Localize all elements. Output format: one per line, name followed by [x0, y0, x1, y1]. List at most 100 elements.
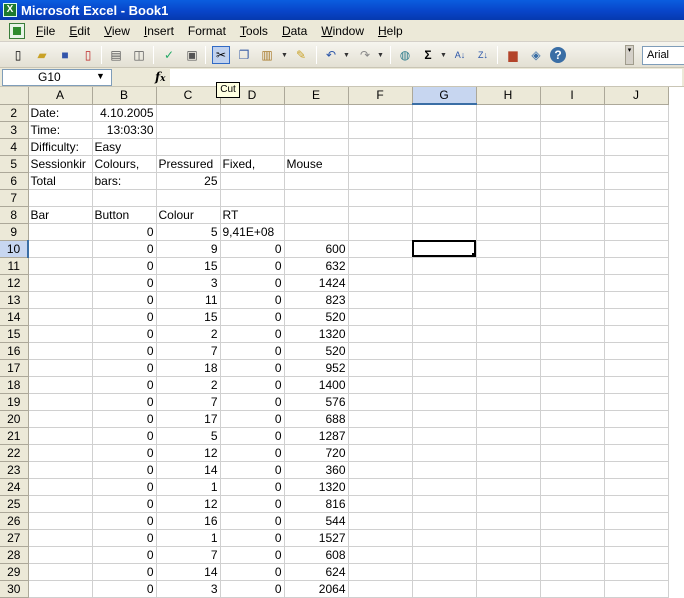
cell-f23[interactable]	[348, 461, 413, 479]
cell-a13[interactable]	[28, 291, 93, 309]
row-header-2[interactable]: 2	[0, 104, 29, 122]
row-header-6[interactable]: 6	[0, 172, 29, 190]
cell-h6[interactable]	[476, 172, 541, 190]
cell-i27[interactable]	[540, 529, 605, 547]
cell-b6[interactable]: bars:	[92, 172, 157, 190]
cell-f9[interactable]	[348, 223, 413, 241]
cell-a29[interactable]	[28, 563, 93, 581]
cell-h8[interactable]	[476, 206, 541, 224]
row-header-24[interactable]: 24	[0, 478, 29, 496]
row-header-8[interactable]: 8	[0, 206, 29, 224]
cell-h25[interactable]	[476, 495, 541, 513]
menu-data[interactable]: Data	[275, 24, 314, 38]
menu-window[interactable]: Window	[314, 24, 371, 38]
cell-d12[interactable]: 0	[220, 274, 285, 292]
hyperlink-icon[interactable]: ◍	[396, 46, 414, 64]
cell-i17[interactable]	[540, 359, 605, 377]
cell-i30[interactable]	[540, 580, 605, 598]
cell-d21[interactable]: 0	[220, 427, 285, 445]
cell-c21[interactable]: 5	[156, 427, 221, 445]
cell-g12[interactable]	[412, 274, 477, 292]
cell-g23[interactable]	[412, 461, 477, 479]
cell-h14[interactable]	[476, 308, 541, 326]
cell-g24[interactable]	[412, 478, 477, 496]
cell-h13[interactable]	[476, 291, 541, 309]
cell-d24[interactable]: 0	[220, 478, 285, 496]
cell-i19[interactable]	[540, 393, 605, 411]
help-icon[interactable]: ?	[550, 47, 566, 63]
row-header-3[interactable]: 3	[0, 121, 29, 139]
cell-j5[interactable]	[604, 155, 669, 173]
cell-b13[interactable]: 0	[92, 291, 157, 309]
sort-descending-icon[interactable]: Z↓	[474, 46, 492, 64]
cell-a11[interactable]	[28, 257, 93, 275]
cell-f5[interactable]	[348, 155, 413, 173]
cell-f7[interactable]	[348, 189, 413, 207]
cell-a26[interactable]	[28, 512, 93, 530]
cell-d13[interactable]: 0	[220, 291, 285, 309]
cell-h16[interactable]	[476, 342, 541, 360]
cell-f21[interactable]	[348, 427, 413, 445]
cell-h26[interactable]	[476, 512, 541, 530]
cell-d22[interactable]: 0	[220, 444, 285, 462]
cell-j11[interactable]	[604, 257, 669, 275]
cell-e9[interactable]	[284, 223, 349, 241]
cell-d10[interactable]: 0	[220, 240, 285, 258]
cell-a25[interactable]	[28, 495, 93, 513]
column-header-h[interactable]: H	[476, 87, 541, 105]
cell-b10[interactable]: 0	[92, 240, 157, 258]
cell-i12[interactable]	[540, 274, 605, 292]
cell-f18[interactable]	[348, 376, 413, 394]
cell-b17[interactable]: 0	[92, 359, 157, 377]
cell-g29[interactable]	[412, 563, 477, 581]
cell-j3[interactable]	[604, 121, 669, 139]
cell-g3[interactable]	[412, 121, 477, 139]
cell-a2[interactable]: Date:	[28, 104, 93, 122]
cell-e28[interactable]: 608	[284, 546, 349, 564]
cell-d3[interactable]	[220, 121, 285, 139]
row-header-17[interactable]: 17	[0, 359, 29, 377]
cell-e8[interactable]	[284, 206, 349, 224]
cell-i16[interactable]	[540, 342, 605, 360]
cell-b25[interactable]: 0	[92, 495, 157, 513]
cell-b30[interactable]: 0	[92, 580, 157, 598]
cell-c3[interactable]	[156, 121, 221, 139]
cell-b24[interactable]: 0	[92, 478, 157, 496]
cell-g13[interactable]	[412, 291, 477, 309]
autosum-icon[interactable]: Σ	[419, 46, 437, 64]
cell-h15[interactable]	[476, 325, 541, 343]
cell-a22[interactable]	[28, 444, 93, 462]
cell-f6[interactable]	[348, 172, 413, 190]
cell-i14[interactable]	[540, 308, 605, 326]
menu-view[interactable]: View	[97, 24, 137, 38]
column-header-j[interactable]: J	[604, 87, 669, 105]
cell-g7[interactable]	[412, 189, 477, 207]
cell-a6[interactable]: Total	[28, 172, 93, 190]
cell-c18[interactable]: 2	[156, 376, 221, 394]
cell-d19[interactable]: 0	[220, 393, 285, 411]
cell-j10[interactable]	[604, 240, 669, 258]
cell-h9[interactable]	[476, 223, 541, 241]
cell-j9[interactable]	[604, 223, 669, 241]
cell-h4[interactable]	[476, 138, 541, 156]
row-header-7[interactable]: 7	[0, 189, 29, 207]
row-header-29[interactable]: 29	[0, 563, 29, 581]
cell-f29[interactable]	[348, 563, 413, 581]
cell-c22[interactable]: 12	[156, 444, 221, 462]
cell-a10[interactable]	[28, 240, 93, 258]
cell-a20[interactable]	[28, 410, 93, 428]
cell-j24[interactable]	[604, 478, 669, 496]
cell-f3[interactable]	[348, 121, 413, 139]
cell-e4[interactable]	[284, 138, 349, 156]
row-header-18[interactable]: 18	[0, 376, 29, 394]
cell-e24[interactable]: 1320	[284, 478, 349, 496]
cell-c6[interactable]: 25	[156, 172, 221, 190]
cell-e20[interactable]: 688	[284, 410, 349, 428]
cell-e2[interactable]	[284, 104, 349, 122]
cell-c13[interactable]: 11	[156, 291, 221, 309]
row-header-26[interactable]: 26	[0, 512, 29, 530]
cell-h22[interactable]	[476, 444, 541, 462]
cell-a4[interactable]: Difficulty:	[28, 138, 93, 156]
cell-f17[interactable]	[348, 359, 413, 377]
cell-g27[interactable]	[412, 529, 477, 547]
